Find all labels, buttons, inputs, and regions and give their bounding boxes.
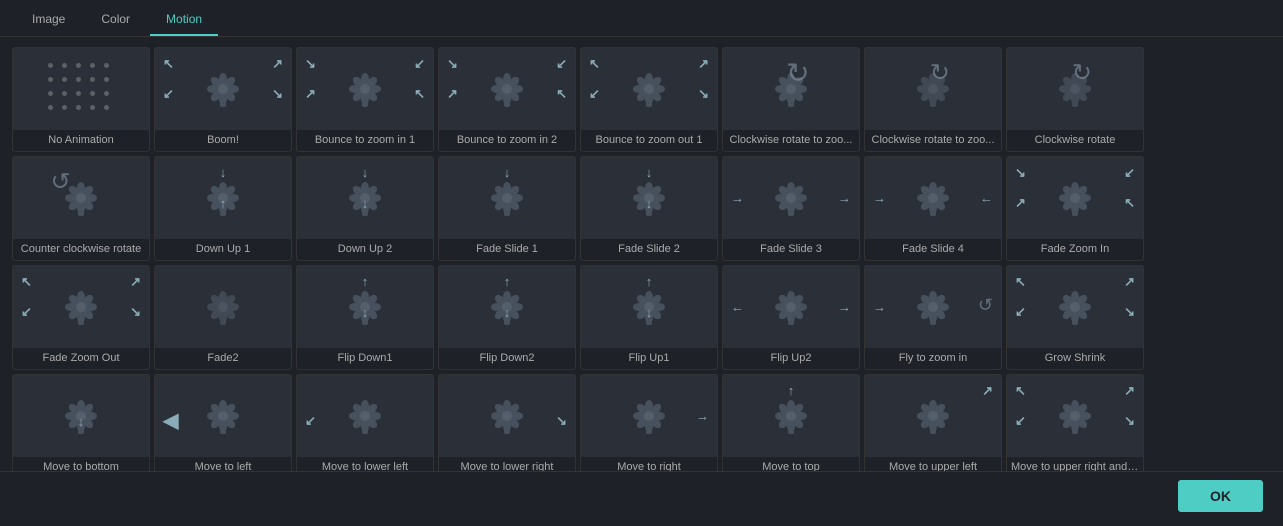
animation-label-move-bottom: Move to bottom <box>13 457 149 471</box>
animation-label-flip-up1: Flip Up1 <box>581 348 717 369</box>
animation-card-move-lower-right[interactable]: ↘Move to lower right <box>438 374 576 471</box>
animation-card-fade-zoom-in[interactable]: ↘↙↗↖Fade Zoom In <box>1006 156 1144 261</box>
animation-card-flip-down2[interactable]: ↑↓Flip Down2 <box>438 265 576 370</box>
animation-card-clockwise-rotate-zoo2[interactable]: ↻Clockwise rotate to zoo... <box>864 47 1002 152</box>
animation-card-counter-clockwise[interactable]: ↺Counter clockwise rotate <box>12 156 150 261</box>
animation-label-grow-shrink: Grow Shrink <box>1007 348 1143 369</box>
animation-label-bounce-zoom-in-2: Bounce to zoom in 2 <box>439 130 575 151</box>
animation-label-bounce-zoom-out-1: Bounce to zoom out 1 <box>581 130 717 151</box>
animation-card-move-right[interactable]: →Move to right <box>580 374 718 471</box>
animation-label-move-right: Move to right <box>581 457 717 471</box>
animation-card-down-up-2[interactable]: ↓↓Down Up 2 <box>296 156 434 261</box>
animation-card-fade-zoom-out[interactable]: ↖↗↙↘Fade Zoom Out <box>12 265 150 370</box>
animation-card-move-upper-left[interactable]: ↗Move to upper left <box>864 374 1002 471</box>
animation-label-down-up-2: Down Up 2 <box>297 239 433 260</box>
animation-card-no-animation[interactable]: No Animation <box>12 47 150 152</box>
animation-label-move-lower-right: Move to lower right <box>439 457 575 471</box>
animation-card-fade-slide-3[interactable]: →→Fade Slide 3 <box>722 156 860 261</box>
animation-label-flip-down2: Flip Down2 <box>439 348 575 369</box>
animation-card-move-lower-left[interactable]: ↙Move to lower left <box>296 374 434 471</box>
animation-label-down-up-1: Down Up 1 <box>155 239 291 260</box>
animation-card-move-upper-right[interactable]: ↖↗↙↘Move to upper right and ... <box>1006 374 1144 471</box>
animation-card-fade2[interactable]: Fade2 <box>154 265 292 370</box>
animation-label-move-upper-left: Move to upper left <box>865 457 1001 471</box>
tabs-bar: Image Color Motion <box>0 0 1283 37</box>
animation-card-clockwise-rotate-zoo1[interactable]: ↻Clockwise rotate to zoo... <box>722 47 860 152</box>
animation-card-down-up-1[interactable]: ↓↑Down Up 1 <box>154 156 292 261</box>
animation-card-fade-slide-1[interactable]: ↓Fade Slide 1 <box>438 156 576 261</box>
animation-card-move-bottom[interactable]: ↓Move to bottom <box>12 374 150 471</box>
tab-image[interactable]: Image <box>16 6 81 36</box>
animation-label-fade-slide-2: Fade Slide 2 <box>581 239 717 260</box>
animation-label-move-top: Move to top <box>723 457 859 471</box>
animation-grid: No Animation ↖↗↙↘Boom! ↘↙↗↖Bounce to zoo… <box>0 37 1283 471</box>
animation-label-fade-slide-4: Fade Slide 4 <box>865 239 1001 260</box>
animation-card-bounce-zoom-out-1[interactable]: ↖↗↙↘Bounce to zoom out 1 <box>580 47 718 152</box>
animation-card-bounce-zoom-in-1[interactable]: ↘↙↗↖Bounce to zoom in 1 <box>296 47 434 152</box>
animation-label-boom: Boom! <box>155 130 291 151</box>
animation-label-clockwise-rotate: Clockwise rotate <box>1007 130 1143 151</box>
animation-label-move-left: Move to left <box>155 457 291 471</box>
animation-card-flip-up1[interactable]: ↑↓Flip Up1 <box>580 265 718 370</box>
animation-card-flip-up2[interactable]: ←→Flip Up2 <box>722 265 860 370</box>
animation-card-move-left[interactable]: ◀Move to left <box>154 374 292 471</box>
animation-card-boom[interactable]: ↖↗↙↘Boom! <box>154 47 292 152</box>
animation-label-no-animation: No Animation <box>13 130 149 151</box>
animation-card-fade-slide-2[interactable]: ↓↓Fade Slide 2 <box>580 156 718 261</box>
animation-label-counter-clockwise: Counter clockwise rotate <box>13 239 149 260</box>
animation-card-grow-shrink[interactable]: ↖↗↙↘Grow Shrink <box>1006 265 1144 370</box>
animation-label-fade-slide-3: Fade Slide 3 <box>723 239 859 260</box>
animation-label-move-lower-left: Move to lower left <box>297 457 433 471</box>
animation-label-fly-to-zoom: Fly to zoom in <box>865 348 1001 369</box>
animation-label-fade-zoom-in: Fade Zoom In <box>1007 239 1143 260</box>
footer: OK <box>0 471 1283 519</box>
animation-card-move-top[interactable]: ↑Move to top <box>722 374 860 471</box>
animation-card-fade-slide-4[interactable]: →←Fade Slide 4 <box>864 156 1002 261</box>
animation-label-move-upper-right: Move to upper right and ... <box>1007 457 1143 471</box>
animation-card-bounce-zoom-in-2[interactable]: ↘↙↗↖Bounce to zoom in 2 <box>438 47 576 152</box>
animation-card-clockwise-rotate[interactable]: ↻Clockwise rotate <box>1006 47 1144 152</box>
animation-label-fade-slide-1: Fade Slide 1 <box>439 239 575 260</box>
tab-motion[interactable]: Motion <box>150 6 218 36</box>
animation-label-clockwise-rotate-zoo1: Clockwise rotate to zoo... <box>723 130 859 151</box>
animation-label-flip-down1: Flip Down1 <box>297 348 433 369</box>
ok-button[interactable]: OK <box>1178 480 1263 512</box>
animation-label-fade-zoom-out: Fade Zoom Out <box>13 348 149 369</box>
animation-label-clockwise-rotate-zoo2: Clockwise rotate to zoo... <box>865 130 1001 151</box>
animation-label-bounce-zoom-in-1: Bounce to zoom in 1 <box>297 130 433 151</box>
animation-card-flip-down1[interactable]: ↑↓Flip Down1 <box>296 265 434 370</box>
animation-label-flip-up2: Flip Up2 <box>723 348 859 369</box>
animation-label-fade2: Fade2 <box>155 348 291 369</box>
tab-color[interactable]: Color <box>85 6 146 36</box>
animation-card-fly-to-zoom[interactable]: →↺Fly to zoom in <box>864 265 1002 370</box>
